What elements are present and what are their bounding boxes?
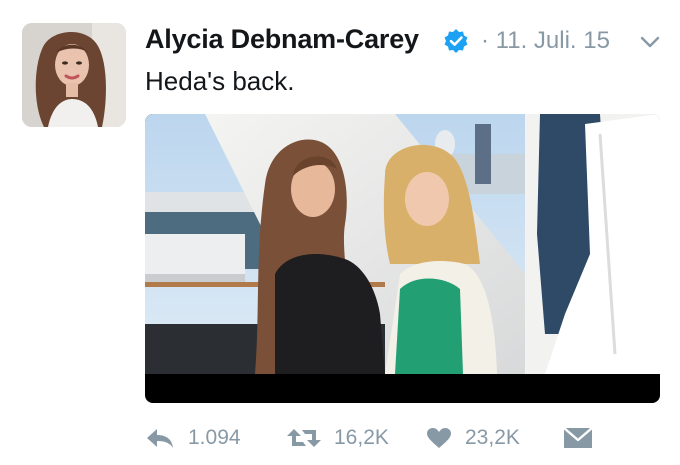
reply-button[interactable]: 1.094 [145, 422, 255, 456]
tweet-text: Heda's back. [145, 66, 295, 96]
author-name[interactable]: Alycia Debnam-Carey [145, 24, 419, 55]
heart-icon [425, 426, 453, 455]
avatar-image [22, 23, 126, 127]
tweet-header: Alycia Debnam-Carey · 11. Juli. 15 [145, 22, 665, 60]
avatar[interactable] [22, 23, 126, 127]
direct-message-button[interactable] [563, 422, 593, 456]
retweet-count: 16,2K [334, 426, 389, 449]
retweet-icon [286, 426, 322, 455]
envelope-icon [563, 426, 593, 455]
tweet-date: 11. Juli. 15 [495, 27, 610, 54]
chevron-down-icon[interactable] [639, 34, 661, 50]
retweet-button[interactable]: 16,2K [286, 422, 406, 456]
reply-icon [145, 426, 175, 455]
like-button[interactable]: 23,2K [425, 422, 545, 456]
like-count: 23,2K [465, 426, 520, 449]
media-photo [145, 114, 660, 403]
reply-count: 1.094 [188, 426, 241, 449]
verified-badge-icon [443, 28, 469, 54]
tweet-card: Alycia Debnam-Carey · 11. Juli. 15 Heda'… [0, 0, 680, 465]
separator-dot: · [481, 27, 489, 54]
tweet-media[interactable] [145, 114, 660, 403]
tweet-timestamp[interactable]: · 11. Juli. 15 [481, 27, 610, 55]
tweet-actions: 1.094 16,2K 23,2K [145, 422, 665, 456]
